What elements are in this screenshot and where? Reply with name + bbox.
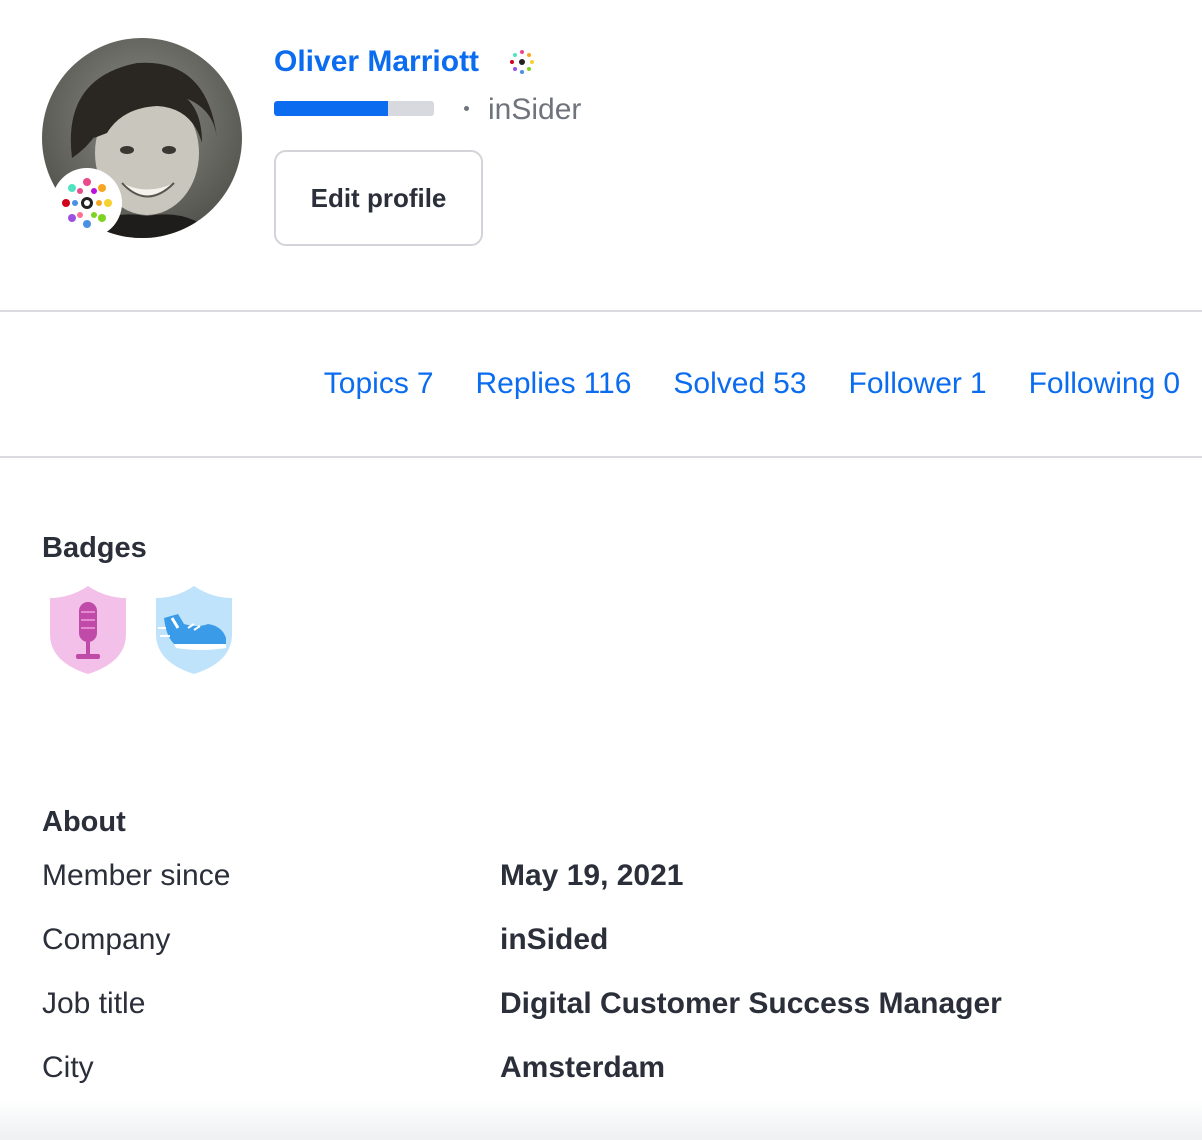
about-value: Digital Customer Success Manager bbox=[500, 987, 1002, 1020]
stat-count: 116 bbox=[583, 367, 632, 400]
stat-count: 1 bbox=[969, 367, 987, 400]
stat-follower[interactable]: Follower 1 bbox=[849, 360, 987, 408]
rank-progress-bar bbox=[274, 101, 434, 116]
stat-following[interactable]: Following 0 bbox=[1029, 360, 1180, 408]
microphone-badge[interactable] bbox=[46, 584, 130, 676]
separator-dot bbox=[464, 106, 469, 111]
about-row-job-title: Job title Digital Customer Success Manag… bbox=[42, 984, 1162, 1024]
badges-title: Badges bbox=[42, 532, 147, 564]
stat-count: 53 bbox=[773, 367, 807, 400]
edit-profile-button[interactable]: Edit profile bbox=[274, 150, 483, 246]
stat-label: Following bbox=[1028, 367, 1156, 400]
insider-rank-icon bbox=[62, 178, 112, 228]
divider bbox=[0, 310, 1202, 312]
about-row-member-since: Member since May 19, 2021 bbox=[42, 856, 1162, 896]
about-title: About bbox=[42, 806, 126, 838]
divider bbox=[0, 456, 1202, 458]
rank-progress-fill bbox=[274, 101, 388, 116]
stat-count: 7 bbox=[416, 367, 434, 400]
about-row-company: Company inSided bbox=[42, 920, 1162, 960]
about-value: May 19, 2021 bbox=[500, 859, 684, 892]
about-label: Company bbox=[42, 923, 171, 956]
profile-stats: Topics 7 Replies 116 Solved 53 Follower 1 Fo… bbox=[324, 360, 1180, 408]
about-label: Job title bbox=[42, 987, 146, 1020]
about-value: inSided bbox=[500, 923, 609, 956]
profile-page: Oliver Marriott inSider Edit profile Top… bbox=[0, 0, 1202, 1140]
stat-label: Replies bbox=[475, 367, 576, 400]
username[interactable]: Oliver Marriott bbox=[274, 42, 479, 82]
avatar-rank-badge bbox=[52, 168, 122, 238]
stat-label: Follower bbox=[848, 367, 962, 400]
stat-replies[interactable]: Replies 116 bbox=[476, 360, 632, 408]
microphone-badge-icon bbox=[50, 586, 126, 674]
stat-label: Topics bbox=[323, 367, 409, 400]
rank-icon bbox=[508, 48, 536, 76]
about-label: City bbox=[42, 1051, 94, 1084]
stat-count: 0 bbox=[1163, 367, 1180, 400]
sneaker-badge[interactable] bbox=[152, 584, 236, 676]
stat-label: Solved bbox=[673, 367, 766, 400]
about-value: Amsterdam bbox=[500, 1051, 666, 1084]
sneaker-badge-icon bbox=[156, 586, 232, 674]
bottom-fade bbox=[0, 1100, 1202, 1140]
stat-solved[interactable]: Solved 53 bbox=[673, 360, 806, 408]
rank-name: inSider bbox=[488, 93, 582, 126]
stat-topics[interactable]: Topics 7 bbox=[324, 360, 434, 408]
about-row-city: City Amsterdam bbox=[42, 1048, 1162, 1088]
about-label: Member since bbox=[42, 859, 231, 892]
